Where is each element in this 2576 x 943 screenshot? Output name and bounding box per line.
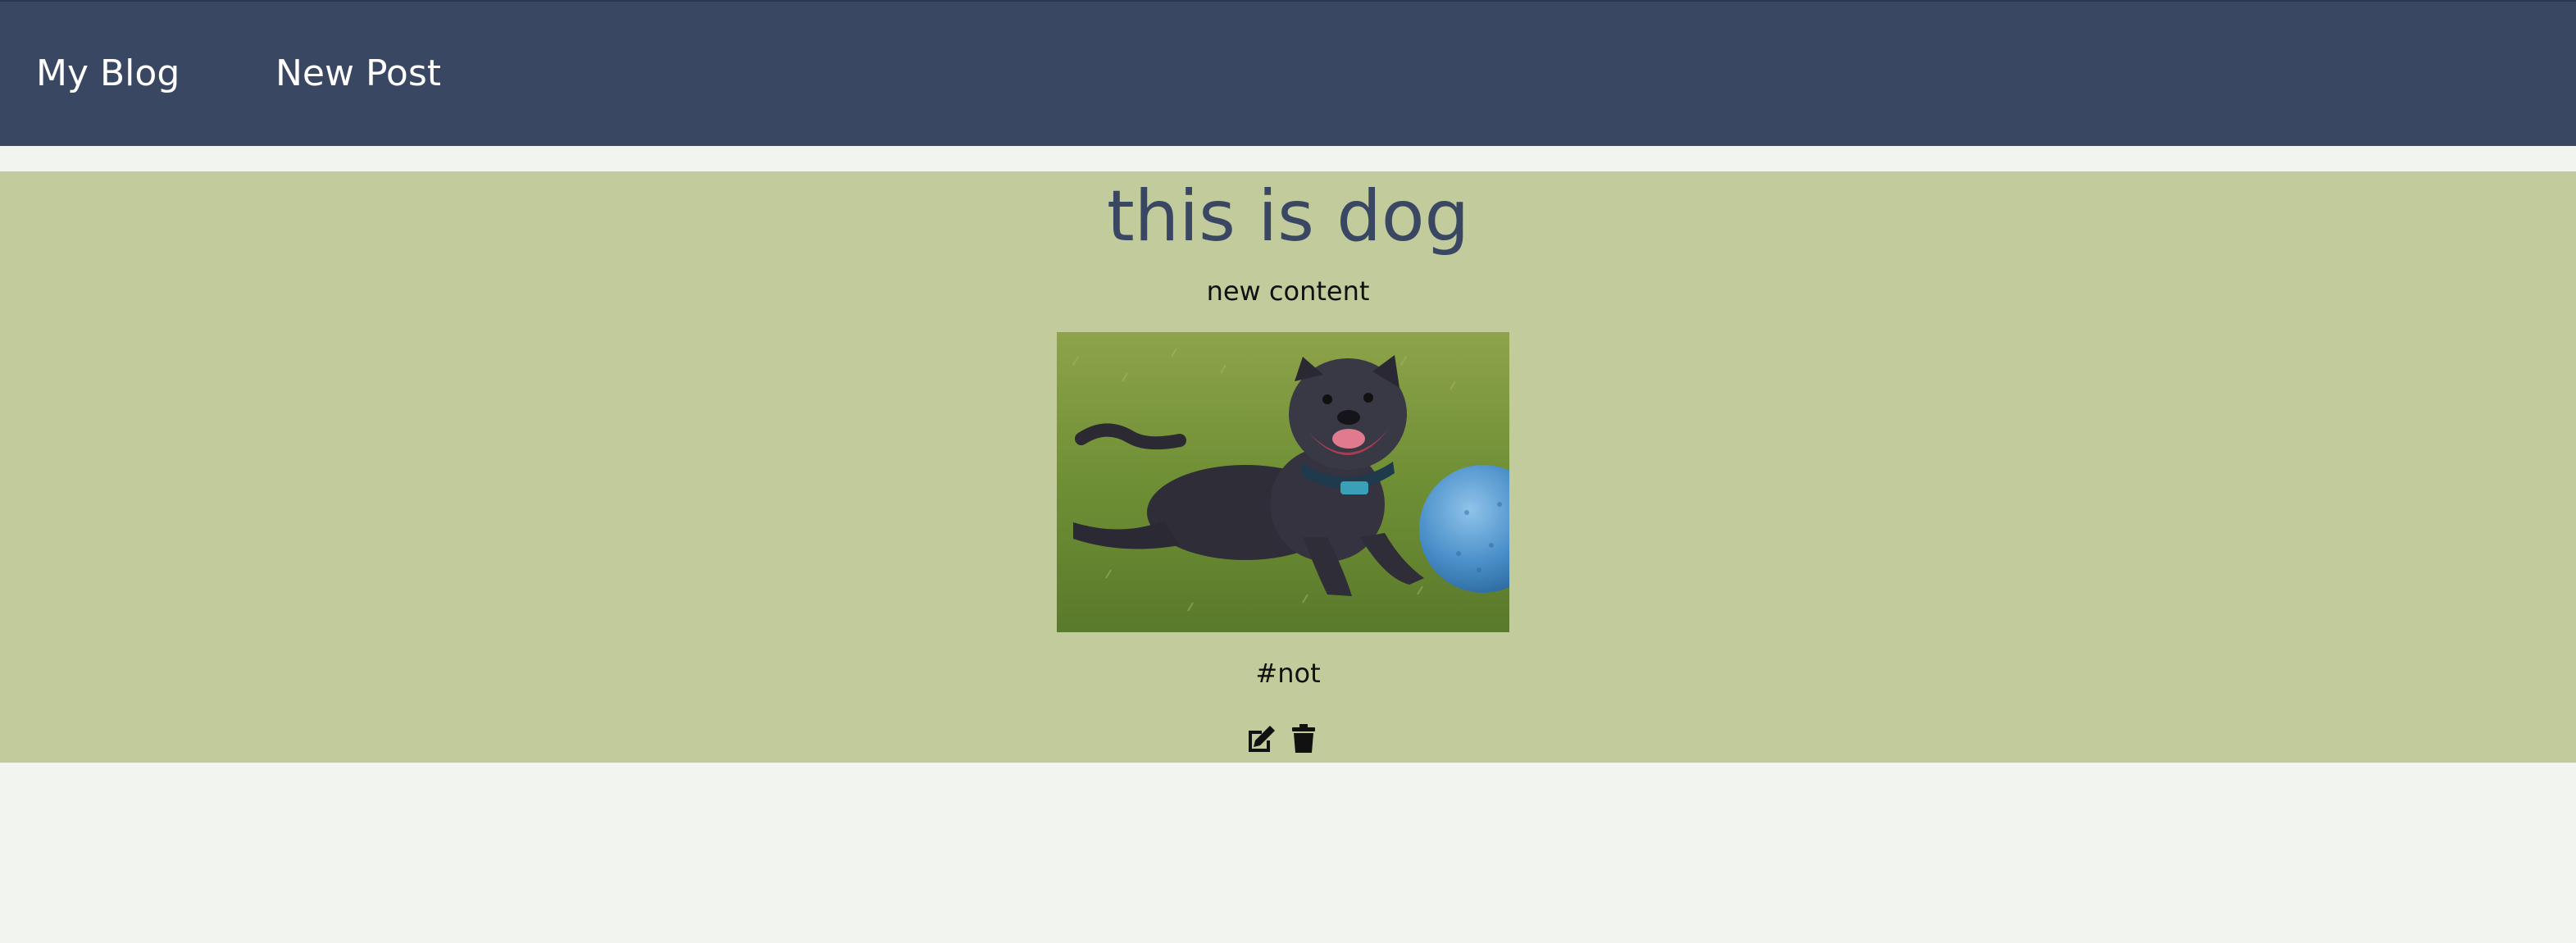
brand-link[interactable]: My Blog [36, 52, 180, 95]
navbar: My Blog New Post [0, 0, 2576, 146]
post-card: this is dog new content #not [0, 171, 2576, 763]
edit-icon [1249, 726, 1275, 752]
post-image [1057, 332, 1509, 632]
post-content: new content [1206, 276, 1370, 307]
edit-button[interactable] [1245, 722, 1277, 755]
delete-button[interactable] [1287, 722, 1320, 755]
post-actions [1245, 722, 1320, 755]
post-title: this is dog [1106, 175, 1470, 257]
trash-icon [1292, 724, 1315, 753]
new-post-link[interactable]: New Post [275, 52, 441, 95]
post-tags: #not [1255, 658, 1321, 689]
dog-photo [1057, 332, 1509, 632]
